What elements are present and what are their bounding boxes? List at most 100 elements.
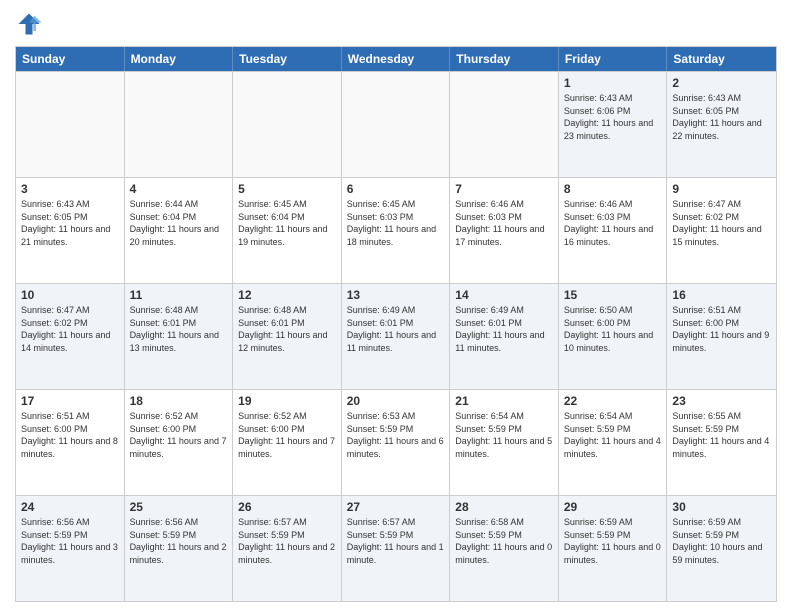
cell-details: Sunrise: 6:55 AM Sunset: 5:59 PM Dayligh… [672, 410, 771, 460]
page: SundayMondayTuesdayWednesdayThursdayFrid… [0, 0, 792, 612]
day-cell-4: 4 Sunrise: 6:44 AM Sunset: 6:04 PM Daylig… [125, 178, 234, 283]
empty-cell-0-1 [125, 72, 234, 177]
day-cell-22: 22 Sunrise: 6:54 AM Sunset: 5:59 PM Dayli… [559, 390, 668, 495]
day-cell-17: 17 Sunrise: 6:51 AM Sunset: 6:00 PM Dayli… [16, 390, 125, 495]
calendar-row-1: 3Sunrise: 6:43 AM Sunset: 6:05 PM Daylig… [16, 177, 776, 283]
day-number: 21 [455, 394, 553, 408]
day-number: 10 [21, 288, 119, 302]
cell-details: Sunrise: 6:45 AM Sunset: 6:03 PM Dayligh… [347, 198, 445, 248]
day-number: 8 [564, 182, 662, 196]
day-number: 16 [672, 288, 771, 302]
cell-details: Sunrise: 6:58 AM Sunset: 5:59 PM Dayligh… [455, 516, 553, 566]
empty-cell-0-0 [16, 72, 125, 177]
day-cell-18: 18 Sunrise: 6:52 AM Sunset: 6:00 PM Dayli… [125, 390, 234, 495]
day-number: 28 [455, 500, 553, 514]
day-cell-16: 16 Sunrise: 6:51 AM Sunset: 6:00 PM Dayli… [667, 284, 776, 389]
cell-details: Sunrise: 6:49 AM Sunset: 6:01 PM Dayligh… [347, 304, 445, 354]
cell-details: Sunrise: 6:54 AM Sunset: 5:59 PM Dayligh… [564, 410, 662, 460]
cell-details: Sunrise: 6:43 AM Sunset: 6:06 PM Dayligh… [564, 92, 662, 142]
day-number: 20 [347, 394, 445, 408]
cell-details: Sunrise: 6:46 AM Sunset: 6:03 PM Dayligh… [564, 198, 662, 248]
day-number: 29 [564, 500, 662, 514]
cell-details: Sunrise: 6:48 AM Sunset: 6:01 PM Dayligh… [238, 304, 336, 354]
cell-details: Sunrise: 6:50 AM Sunset: 6:00 PM Dayligh… [564, 304, 662, 354]
day-number: 30 [672, 500, 771, 514]
cell-details: Sunrise: 6:43 AM Sunset: 6:05 PM Dayligh… [21, 198, 119, 248]
cell-details: Sunrise: 6:59 AM Sunset: 5:59 PM Dayligh… [672, 516, 771, 566]
day-number: 22 [564, 394, 662, 408]
cell-details: Sunrise: 6:46 AM Sunset: 6:03 PM Dayligh… [455, 198, 553, 248]
cell-details: Sunrise: 6:51 AM Sunset: 6:00 PM Dayligh… [672, 304, 771, 354]
calendar-row-2: 10 Sunrise: 6:47 AM Sunset: 6:02 PM Dayli… [16, 283, 776, 389]
cell-details: Sunrise: 6:49 AM Sunset: 6:01 PM Dayligh… [455, 304, 553, 354]
day-cell-8: 8 Sunrise: 6:46 AM Sunset: 6:03 PM Daylig… [559, 178, 668, 283]
header-day-tuesday: Tuesday [233, 47, 342, 71]
day-number: 14 [455, 288, 553, 302]
day-cell-12: 12 Sunrise: 6:48 AM Sunset: 6:01 PM Dayli… [233, 284, 342, 389]
day-cell-9: 9Sunrise: 6:47 AM Sunset: 6:02 PM Daylig… [667, 178, 776, 283]
day-number: 5 [238, 182, 336, 196]
header-day-monday: Monday [125, 47, 234, 71]
day-cell-1: 1 Sunrise: 6:43 AM Sunset: 6:06 PM Daylig… [559, 72, 668, 177]
header-day-friday: Friday [559, 47, 668, 71]
day-number: 24 [21, 500, 119, 514]
day-cell-13: 13 Sunrise: 6:49 AM Sunset: 6:01 PM Dayli… [342, 284, 451, 389]
empty-cell-0-4 [450, 72, 559, 177]
day-cell-10: 10 Sunrise: 6:47 AM Sunset: 6:02 PM Dayli… [16, 284, 125, 389]
empty-cell-0-3 [342, 72, 451, 177]
day-cell-15: 15 Sunrise: 6:50 AM Sunset: 6:00 PM Dayli… [559, 284, 668, 389]
header-day-thursday: Thursday [450, 47, 559, 71]
day-cell-24: 24 Sunrise: 6:56 AM Sunset: 5:59 PM Dayli… [16, 496, 125, 601]
cell-details: Sunrise: 6:48 AM Sunset: 6:01 PM Dayligh… [130, 304, 228, 354]
day-number: 23 [672, 394, 771, 408]
day-number: 17 [21, 394, 119, 408]
header-day-sunday: Sunday [16, 47, 125, 71]
cell-details: Sunrise: 6:56 AM Sunset: 5:59 PM Dayligh… [21, 516, 119, 566]
day-cell-21: 21Sunrise: 6:54 AM Sunset: 5:59 PM Dayli… [450, 390, 559, 495]
cell-details: Sunrise: 6:45 AM Sunset: 6:04 PM Dayligh… [238, 198, 336, 248]
cell-details: Sunrise: 6:51 AM Sunset: 6:00 PM Dayligh… [21, 410, 119, 460]
day-number: 19 [238, 394, 336, 408]
day-cell-5: 5 Sunrise: 6:45 AM Sunset: 6:04 PM Daylig… [233, 178, 342, 283]
day-number: 2 [672, 76, 771, 90]
day-number: 26 [238, 500, 336, 514]
cell-details: Sunrise: 6:52 AM Sunset: 6:00 PM Dayligh… [238, 410, 336, 460]
day-number: 15 [564, 288, 662, 302]
day-cell-25: 25 Sunrise: 6:56 AM Sunset: 5:59 PM Dayli… [125, 496, 234, 601]
calendar-body: 1 Sunrise: 6:43 AM Sunset: 6:06 PM Daylig… [16, 71, 776, 601]
day-cell-3: 3Sunrise: 6:43 AM Sunset: 6:05 PM Daylig… [16, 178, 125, 283]
cell-details: Sunrise: 6:52 AM Sunset: 6:00 PM Dayligh… [130, 410, 228, 460]
calendar-row-4: 24 Sunrise: 6:56 AM Sunset: 5:59 PM Dayli… [16, 495, 776, 601]
day-number: 25 [130, 500, 228, 514]
day-cell-11: 11Sunrise: 6:48 AM Sunset: 6:01 PM Dayli… [125, 284, 234, 389]
cell-details: Sunrise: 6:53 AM Sunset: 5:59 PM Dayligh… [347, 410, 445, 460]
day-cell-26: 26 Sunrise: 6:57 AM Sunset: 5:59 PM Dayli… [233, 496, 342, 601]
day-number: 12 [238, 288, 336, 302]
day-cell-30: 30 Sunrise: 6:59 AM Sunset: 5:59 PM Dayli… [667, 496, 776, 601]
day-number: 7 [455, 182, 553, 196]
cell-details: Sunrise: 6:59 AM Sunset: 5:59 PM Dayligh… [564, 516, 662, 566]
day-cell-14: 14 Sunrise: 6:49 AM Sunset: 6:01 PM Dayli… [450, 284, 559, 389]
header-day-saturday: Saturday [667, 47, 776, 71]
empty-cell-0-2 [233, 72, 342, 177]
day-number: 13 [347, 288, 445, 302]
day-number: 1 [564, 76, 662, 90]
day-number: 18 [130, 394, 228, 408]
calendar-header: SundayMondayTuesdayWednesdayThursdayFrid… [16, 47, 776, 71]
day-number: 9 [672, 182, 771, 196]
day-number: 6 [347, 182, 445, 196]
header-day-wednesday: Wednesday [342, 47, 451, 71]
day-cell-20: 20 Sunrise: 6:53 AM Sunset: 5:59 PM Dayli… [342, 390, 451, 495]
day-cell-19: 19 Sunrise: 6:52 AM Sunset: 6:00 PM Dayli… [233, 390, 342, 495]
cell-details: Sunrise: 6:47 AM Sunset: 6:02 PM Dayligh… [21, 304, 119, 354]
cell-details: Sunrise: 6:56 AM Sunset: 5:59 PM Dayligh… [130, 516, 228, 566]
day-number: 4 [130, 182, 228, 196]
day-cell-7: 7 Sunrise: 6:46 AM Sunset: 6:03 PM Daylig… [450, 178, 559, 283]
cell-details: Sunrise: 6:44 AM Sunset: 6:04 PM Dayligh… [130, 198, 228, 248]
logo-icon [15, 10, 43, 38]
day-cell-2: 2Sunrise: 6:43 AM Sunset: 6:05 PM Daylig… [667, 72, 776, 177]
day-number: 27 [347, 500, 445, 514]
cell-details: Sunrise: 6:57 AM Sunset: 5:59 PM Dayligh… [238, 516, 336, 566]
calendar: SundayMondayTuesdayWednesdayThursdayFrid… [15, 46, 777, 602]
header [15, 10, 777, 38]
